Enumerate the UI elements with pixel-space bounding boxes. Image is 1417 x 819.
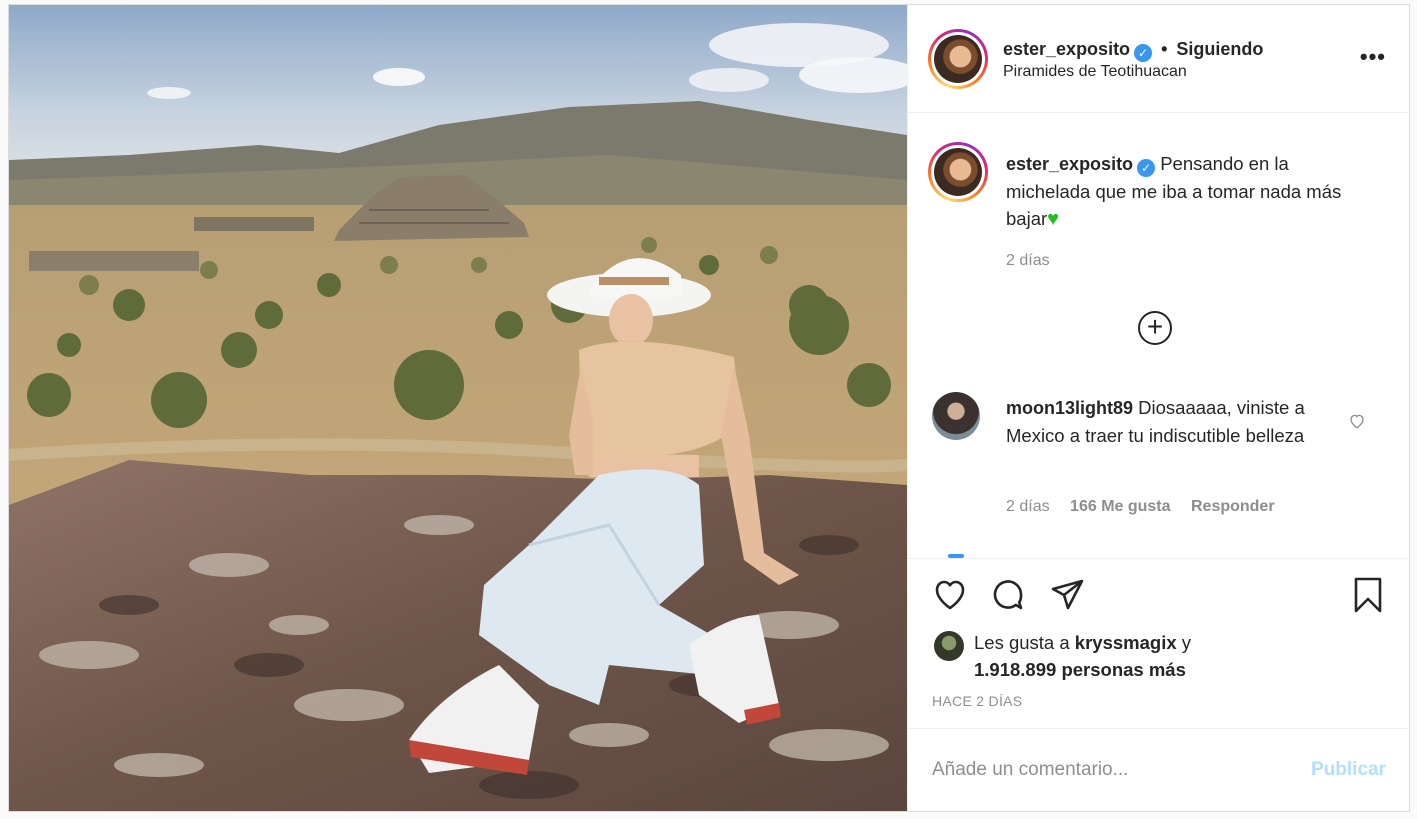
heart-icon[interactable] <box>930 575 970 615</box>
liker-username[interactable]: kryssmagix <box>1075 632 1177 653</box>
likes-prefix: Les gusta a <box>974 632 1070 653</box>
bookmark-icon[interactable] <box>1348 575 1388 615</box>
likes-count[interactable]: 1.918.899 personas más <box>974 659 1186 680</box>
caption-username[interactable]: ester_exposito <box>1006 154 1133 174</box>
post-actions: Les gusta a kryssmagix y 1.918.899 perso… <box>908 558 1410 728</box>
comment-icon[interactable] <box>988 575 1028 615</box>
load-more-comments-button[interactable]: + <box>1138 311 1172 345</box>
post-sidebar: ester_exposito ✓ • Siguiendo Piramides de… <box>907 5 1410 811</box>
verified-badge-icon: ✓ <box>1134 44 1153 62</box>
comment-text-block: moon13light89 Diosaaaaa, viniste a Mexic… <box>1006 394 1346 449</box>
reply-button[interactable]: Responder <box>1191 498 1275 515</box>
commenter-avatar[interactable] <box>932 392 980 440</box>
post-timestamp[interactable]: HACE 2 DÍAS <box>932 693 1022 709</box>
comment-like-heart-icon[interactable] <box>1348 412 1366 430</box>
comment-time: 2 días <box>1006 498 1050 515</box>
commenter-username[interactable]: moon13light89 <box>1006 398 1133 418</box>
post-header: ester_exposito ✓ • Siguiendo Piramides de… <box>908 5 1410 113</box>
likes-connector: y <box>1181 632 1192 653</box>
more-options-icon[interactable]: ••• <box>1360 46 1386 68</box>
follow-status-button[interactable]: Siguiendo <box>1176 39 1263 59</box>
add-comment-bar: Publicar <box>908 728 1410 811</box>
comment-meta: 2 días 166 Me gusta Responder <box>1006 498 1291 516</box>
author-avatar[interactable] <box>928 29 988 89</box>
author-line: ester_exposito ✓ • Siguiendo <box>1003 39 1263 62</box>
author-avatar-image <box>934 35 982 83</box>
caption-time: 2 días <box>1006 252 1050 269</box>
photo-teotihuacan <box>9 5 907 811</box>
caption-text-block: ester_exposito ✓ Pensando en la michelada… <box>1006 150 1366 233</box>
caption-avatar-image <box>934 148 982 196</box>
caption-avatar[interactable] <box>928 142 988 202</box>
post-photo[interactable] <box>9 5 907 811</box>
separator-dot: • <box>1161 39 1168 59</box>
comment-likes[interactable]: 166 Me gusta <box>1070 498 1170 515</box>
verified-badge-icon: ✓ <box>1137 159 1156 177</box>
instagram-post: ester_exposito ✓ • Siguiendo Piramides de… <box>8 4 1410 812</box>
green-heart-emoji: ♥ <box>1047 208 1060 230</box>
send-icon[interactable] <box>1048 575 1088 615</box>
post-location[interactable]: Piramides de Teotihuacan <box>1003 63 1187 81</box>
author-username[interactable]: ester_exposito <box>1003 39 1130 59</box>
comments-list[interactable]: ester_exposito ✓ Pensando en la michelada… <box>908 114 1410 558</box>
likes-summary: Les gusta a kryssmagix y 1.918.899 perso… <box>934 629 1394 683</box>
comment-input[interactable] <box>932 755 1292 785</box>
publish-button[interactable]: Publicar <box>1311 759 1386 781</box>
liker-avatar[interactable] <box>934 631 964 661</box>
